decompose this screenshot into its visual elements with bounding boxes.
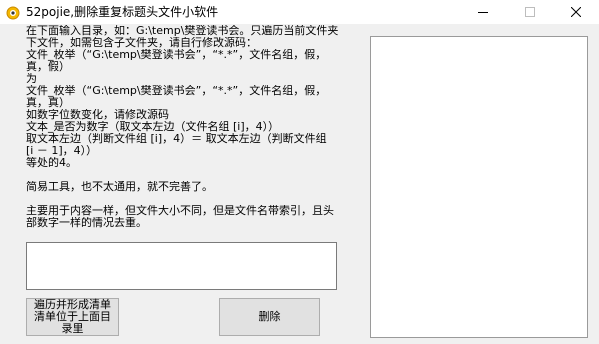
- maximize-icon: [525, 7, 535, 17]
- instructions-text: 在下面输入目录，如：G:\temp\樊登读书会。只遍历当前文件夹 下文件，如需包…: [26, 25, 366, 229]
- enumerate-button[interactable]: 遍历并形成清单清单位于上面目录里: [26, 298, 119, 336]
- instruction-spacer: [26, 169, 366, 181]
- close-button[interactable]: [553, 0, 599, 24]
- main-window: 52pojie,删除重复标题头文件小软件 在下面输入目录，如：G:\temp\樊…: [0, 0, 599, 344]
- instruction-line: 部数字一样的情况去重。: [26, 217, 147, 229]
- window-title: 52pojie,删除重复标题头文件小软件: [26, 5, 219, 19]
- minimize-icon: [478, 12, 488, 13]
- instruction-line: 等处的4。: [26, 157, 77, 169]
- close-icon: [571, 7, 581, 17]
- maximize-button[interactable]: [507, 0, 553, 24]
- instruction-line: 简易工具，也不太通用，就不完善了。: [26, 181, 213, 193]
- instruction-line: 在下面输入目录，如：G:\temp\樊登读书会。只遍历当前文件夹: [26, 25, 339, 37]
- instruction-line: 文件_枚举（“G:\temp\樊登读书会”，“*.*”，文件名组，假，: [26, 85, 327, 97]
- instruction-line: 主要用于内容一样，但文件大小不同，但是文件名带索引，且头: [26, 205, 334, 217]
- instruction-line: 取文本左边（判断文件组 [i]，4）＝ 取文本左边（判断文件组: [26, 133, 327, 145]
- instruction-line: 真，假）: [26, 61, 70, 73]
- instruction-line: 文件_枚举（“G:\temp\樊登读书会”，“*.*”，文件名组，假，: [26, 49, 327, 61]
- app-icon: [6, 5, 20, 20]
- instruction-line: 真，真）: [26, 97, 70, 109]
- instruction-line: [i － 1]，4））: [26, 145, 98, 157]
- file-list-box[interactable]: [370, 36, 588, 338]
- instruction-line: 下文件，如需包含子文件夹，请自行修改源码：: [26, 37, 257, 49]
- instruction-line: 如数字位数变化，请修改源码: [26, 109, 169, 121]
- directory-input[interactable]: [26, 242, 337, 290]
- instruction-line: 为: [26, 73, 37, 85]
- instruction-line: 文本_是否为数字（取文本左边（文件名组 [i]，4））: [26, 121, 280, 133]
- title-bar[interactable]: 52pojie,删除重复标题头文件小软件: [0, 0, 599, 24]
- instruction-spacer: [26, 193, 366, 205]
- minimize-button[interactable]: [460, 0, 506, 24]
- delete-button[interactable]: 删除: [219, 298, 320, 336]
